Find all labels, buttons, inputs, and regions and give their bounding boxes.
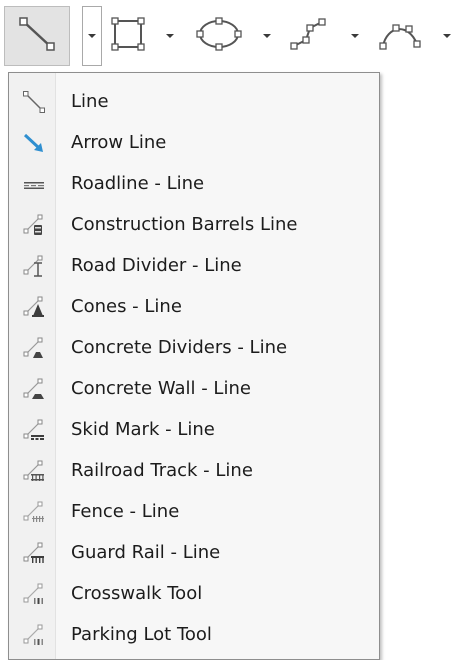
menu-item-label: Road Divider - Line — [71, 255, 242, 276]
construction-barrels-icon — [11, 204, 57, 245]
menu-item-label: Guard Rail - Line — [71, 542, 221, 563]
line-icon — [11, 81, 57, 122]
line-tool-button[interactable] — [4, 6, 70, 66]
chevron-down-icon — [351, 34, 359, 38]
menu-item-label: Railroad Track - Line — [71, 460, 253, 481]
arrow-line-icon — [11, 122, 57, 163]
fence-icon — [11, 491, 57, 532]
menu-item-arrow-line[interactable]: Arrow Line — [11, 122, 377, 163]
menu-item-construction-barrels[interactable]: Construction Barrels Line — [11, 204, 377, 245]
menu-item-label: Arrow Line — [71, 132, 167, 153]
chevron-down-icon — [263, 34, 271, 38]
ellipse-icon — [196, 14, 242, 58]
menu-item-concrete-wall[interactable]: Concrete Wall - Line — [11, 368, 377, 409]
menu-item-concrete-dividers[interactable]: Concrete Dividers - Line — [11, 327, 377, 368]
rectangle-tool-dropdown[interactable] — [160, 6, 180, 66]
menu-item-label: Crosswalk Tool — [71, 583, 203, 604]
menu-item-guard-rail[interactable]: Guard Rail - Line — [11, 532, 377, 573]
ellipse-tool-dropdown[interactable] — [257, 6, 277, 66]
menu-item-label: Skid Mark - Line — [71, 419, 215, 440]
polyline-tool-dropdown[interactable] — [345, 6, 365, 66]
chevron-down-icon — [443, 34, 451, 38]
polyline-tool-button[interactable] — [282, 6, 334, 66]
menu-item-road-divider[interactable]: Road Divider - Line — [11, 245, 377, 286]
road-divider-icon — [11, 245, 57, 286]
menu-item-label: Concrete Dividers - Line — [71, 337, 288, 358]
menu-item-label: Cones - Line — [71, 296, 182, 317]
drawing-toolbar — [0, 0, 459, 72]
menu-item-line[interactable]: Line — [11, 81, 377, 122]
menu-item-cones[interactable]: Cones - Line — [11, 286, 377, 327]
guard-rail-icon — [11, 532, 57, 573]
menu-item-roadline[interactable]: Roadline - Line — [11, 163, 377, 204]
polyline-icon — [286, 14, 330, 58]
concrete-dividers-icon — [11, 327, 57, 368]
ellipse-tool-button[interactable] — [192, 6, 246, 66]
menu-item-label: Concrete Wall - Line — [71, 378, 251, 399]
crosswalk-icon — [11, 573, 57, 614]
skid-mark-icon — [11, 409, 57, 450]
cones-icon — [11, 286, 57, 327]
menu-item-label: Line — [71, 91, 109, 112]
menu-item-crosswalk[interactable]: Crosswalk Tool — [11, 573, 377, 614]
menu-item-railroad-track[interactable]: Railroad Track - Line — [11, 450, 377, 491]
parking-lot-icon — [11, 614, 57, 655]
rectangle-icon — [108, 14, 148, 58]
rectangle-tool-button[interactable] — [104, 6, 152, 66]
menu-item-label: Parking Lot Tool — [71, 624, 212, 645]
curve-tool-dropdown[interactable] — [437, 6, 457, 66]
chevron-down-icon — [166, 34, 174, 38]
curve-icon — [376, 14, 424, 58]
menu-item-label: Construction Barrels Line — [71, 214, 298, 235]
menu-item-skid-mark[interactable]: Skid Mark - Line — [11, 409, 377, 450]
menu-item-label: Roadline - Line — [71, 173, 205, 194]
railroad-track-icon — [11, 450, 57, 491]
menu-item-parking-lot[interactable]: Parking Lot Tool — [11, 614, 377, 655]
line-icon — [17, 14, 57, 58]
concrete-wall-icon — [11, 368, 57, 409]
line-type-menu: Line Arrow Line Roadline - Line Construc… — [8, 72, 380, 660]
menu-item-fence[interactable]: Fence - Line — [11, 491, 377, 532]
roadline-icon — [11, 163, 57, 204]
line-tool-dropdown[interactable] — [82, 6, 102, 66]
chevron-down-icon — [88, 34, 96, 38]
curve-tool-button[interactable] — [370, 6, 430, 66]
menu-item-label: Fence - Line — [71, 501, 180, 522]
